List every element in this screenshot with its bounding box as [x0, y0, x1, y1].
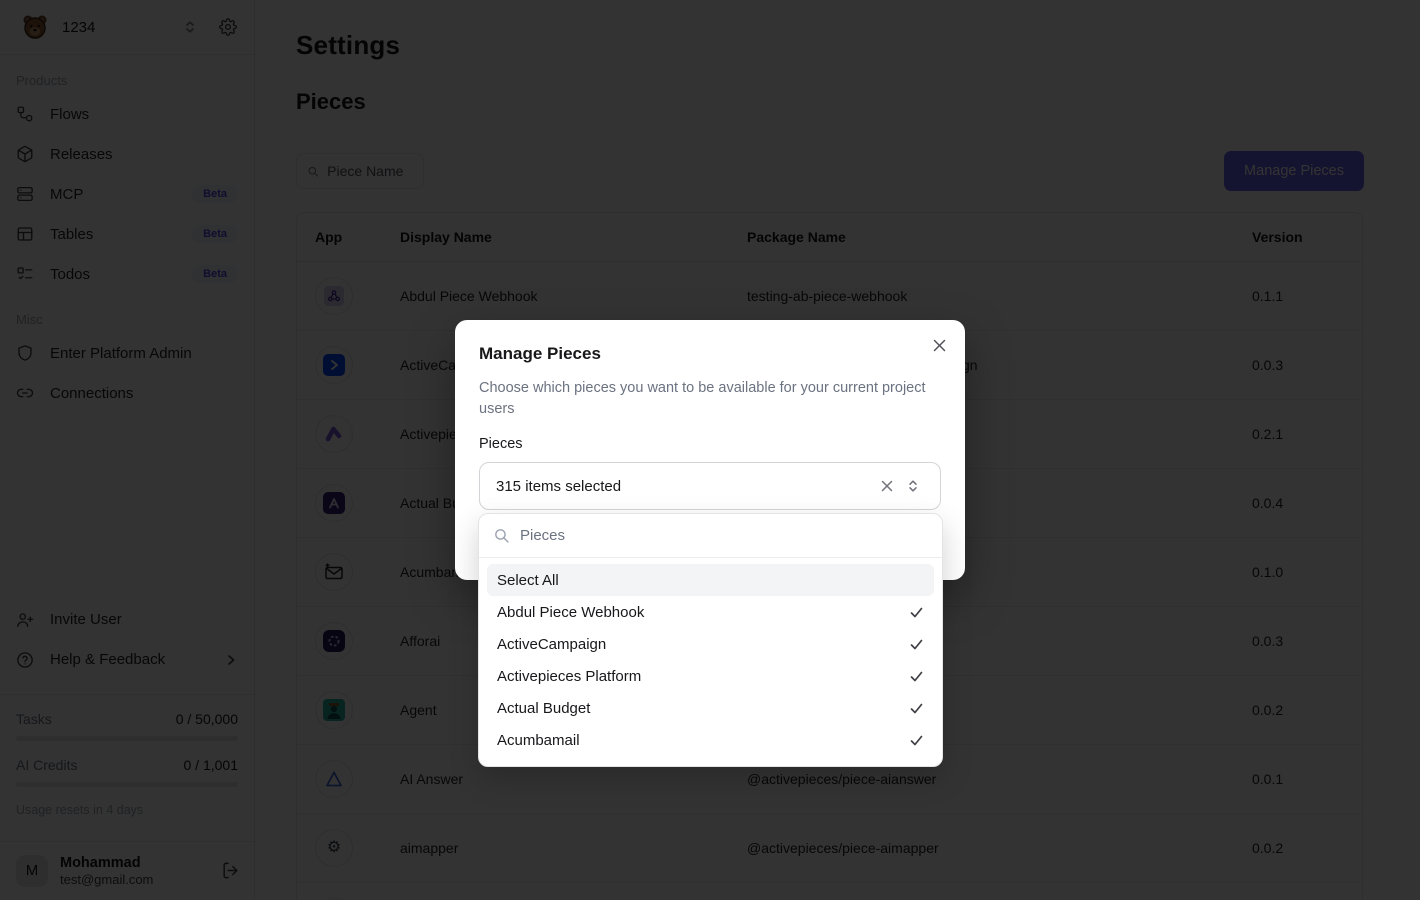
- check-icon: [909, 637, 924, 652]
- dropdown-option[interactable]: Acumbamail: [487, 724, 934, 756]
- pieces-multiselect[interactable]: 315 items selected: [479, 462, 941, 510]
- dropdown-option[interactable]: Abdul Piece Webhook: [487, 596, 934, 628]
- chevrons-up-down-icon[interactable]: [900, 473, 926, 499]
- check-icon: [909, 605, 924, 620]
- option-label: Select All: [497, 572, 559, 589]
- dropdown-search-row[interactable]: [479, 514, 942, 558]
- check-icon: [909, 701, 924, 716]
- option-label: Actual Budget: [497, 700, 590, 717]
- pieces-field-label: Pieces: [479, 436, 941, 452]
- dropdown-search-input[interactable]: [520, 527, 928, 544]
- option-label: Activepieces Platform: [497, 668, 641, 685]
- search-icon: [493, 527, 510, 544]
- modal-description: Choose which pieces you want to be avail…: [479, 378, 929, 420]
- option-label: Acumbamail: [497, 732, 580, 749]
- close-icon[interactable]: [932, 338, 947, 353]
- dropdown-option[interactable]: Actual Budget: [487, 692, 934, 724]
- select-all-option[interactable]: Select All: [487, 564, 934, 596]
- check-icon: [909, 733, 924, 748]
- option-label: ActiveCampaign: [497, 636, 606, 653]
- dropdown-option[interactable]: Activepieces Platform: [487, 660, 934, 692]
- dropdown-option[interactable]: ActiveCampaign: [487, 628, 934, 660]
- modal-title: Manage Pieces: [479, 344, 941, 364]
- selected-count: 315 items selected: [496, 478, 874, 495]
- clear-selection-icon[interactable]: [874, 473, 900, 499]
- option-label: Abdul Piece Webhook: [497, 604, 644, 621]
- pieces-dropdown: Select All Abdul Piece Webhook ActiveCam…: [478, 513, 943, 767]
- check-icon: [909, 669, 924, 684]
- dropdown-options-list: Select All Abdul Piece Webhook ActiveCam…: [479, 558, 942, 766]
